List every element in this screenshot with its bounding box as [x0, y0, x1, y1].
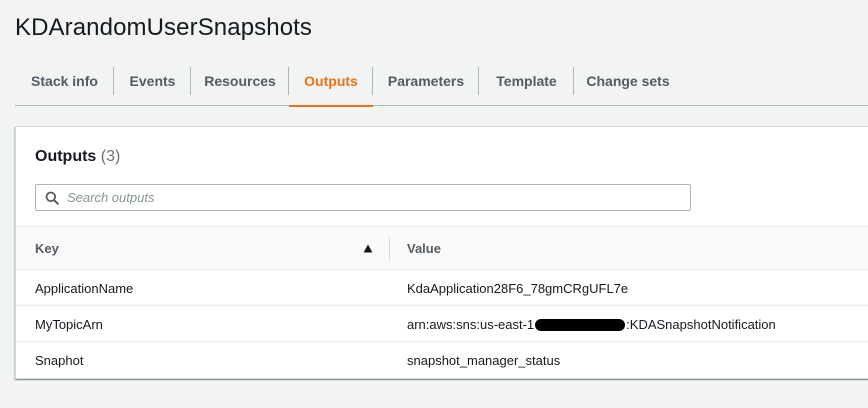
table-row: MyTopicArn arn:aws:sns:us-east-1 :KDASnap…	[16, 306, 868, 342]
column-divider[interactable]	[389, 237, 390, 261]
tab-label: Parameters	[387, 73, 465, 89]
stack-tabs: Stack info Events Resources Outputs Para…	[15, 56, 868, 107]
tab-label: Outputs	[304, 73, 358, 89]
outputs-heading: Outputs (3)	[35, 148, 120, 166]
column-header-value[interactable]: Value	[407, 227, 807, 270]
output-value: snapshot_manager_status	[407, 352, 561, 368]
outputs-heading-label: Outputs	[35, 148, 97, 165]
outputs-panel: Outputs (3) Key Value	[15, 126, 868, 379]
output-key: ApplicationName	[35, 280, 134, 296]
tab-resources[interactable]: Resources	[191, 56, 289, 106]
tab-label: Resources	[204, 73, 276, 89]
output-value: KdaApplication28F6_78gmCRgUFL7e	[407, 280, 629, 296]
table-row: Snaphot snapshot_manager_status	[16, 342, 868, 378]
column-header-key[interactable]: Key	[35, 227, 390, 270]
sort-ascending-icon[interactable]	[362, 242, 374, 254]
search-icon	[44, 190, 60, 206]
table-row: ApplicationName KdaApplication28F6_78gmC…	[16, 270, 868, 306]
tab-label: Events	[129, 73, 176, 89]
cloudformation-stack-page: KDArandomUserSnapshots Stack info Events…	[0, 0, 868, 408]
output-key: Snaphot	[35, 352, 84, 368]
table-header: Key Value	[16, 226, 868, 270]
page-title: KDArandomUserSnapshots	[15, 14, 313, 41]
tab-label: Change sets	[586, 73, 670, 89]
output-value-container: arn:aws:sns:us-east-1 :KDASnapshotNotific…	[407, 306, 776, 342]
output-key: MyTopicArn	[35, 316, 103, 332]
tab-change-sets[interactable]: Change sets	[574, 56, 682, 106]
output-value: arn:aws:sns:us-east-1	[407, 316, 535, 332]
outputs-count: (3)	[100, 148, 121, 165]
search-input[interactable]	[67, 190, 667, 205]
redaction-mark	[535, 319, 626, 331]
output-value-suffix: :KDASnapshotNotification	[626, 316, 776, 332]
tab-outputs[interactable]: Outputs	[289, 56, 373, 107]
tab-parameters[interactable]: Parameters	[373, 56, 479, 106]
search-box[interactable]	[35, 184, 691, 211]
tab-events[interactable]: Events	[114, 56, 191, 106]
tab-template[interactable]: Template	[479, 56, 574, 106]
tab-label: Stack info	[31, 73, 98, 89]
tab-label: Template	[496, 73, 557, 89]
outputs-table-body: ApplicationName KdaApplication28F6_78gmC…	[16, 270, 868, 378]
tab-stack-info[interactable]: Stack info	[15, 56, 114, 106]
column-header-key-label: Key	[35, 241, 59, 256]
column-header-value-label: Value	[407, 241, 441, 256]
